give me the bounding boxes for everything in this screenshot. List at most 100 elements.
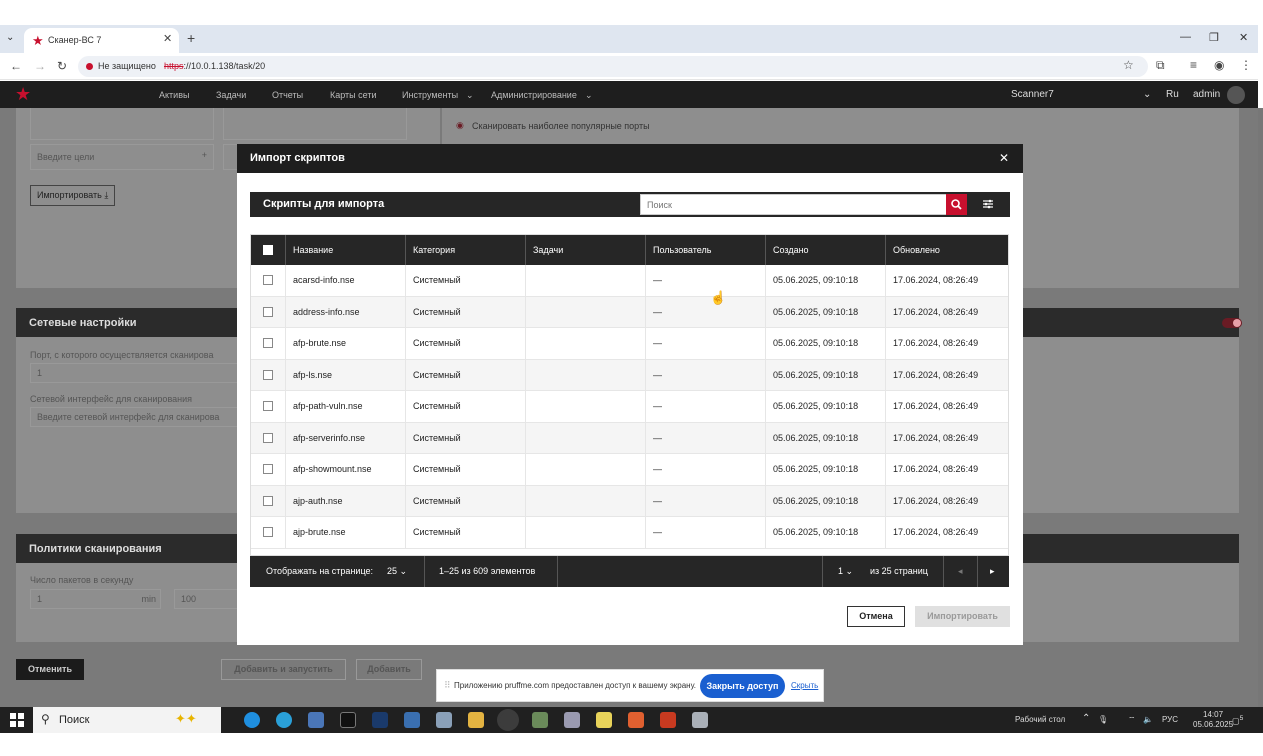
taskbar-search[interactable]: ⚲ Поиск ✦✦ bbox=[33, 707, 221, 733]
bookmark-star-icon[interactable]: ☆ bbox=[1123, 58, 1134, 72]
col-updated[interactable]: Обновлено bbox=[885, 235, 1008, 265]
row-checkbox[interactable] bbox=[263, 527, 273, 537]
tray-chevron-icon[interactable]: ⌃ bbox=[1082, 713, 1090, 724]
windows-start-icon[interactable] bbox=[10, 713, 24, 727]
ubuntu-icon[interactable] bbox=[628, 712, 644, 728]
media-icon[interactable]: ≡ bbox=[1190, 58, 1197, 72]
security-app-icon[interactable] bbox=[692, 712, 708, 728]
row-checkbox[interactable] bbox=[263, 432, 273, 443]
explorer-icon[interactable] bbox=[468, 712, 484, 728]
grid-app-icon[interactable] bbox=[372, 712, 388, 728]
range-label: 1–25 из 609 элементов bbox=[439, 566, 536, 576]
wifi-icon[interactable]: ⌔ bbox=[1128, 715, 1136, 725]
mic-icon[interactable]: 🎙 bbox=[1098, 715, 1108, 724]
cell-created: 05.06.2025, 09:10:18 bbox=[765, 454, 885, 485]
input-language[interactable]: РУС bbox=[1162, 715, 1178, 724]
forward-icon[interactable]: → bbox=[34, 59, 46, 73]
cell-category: Системный bbox=[405, 517, 525, 548]
chrome-icon[interactable] bbox=[500, 712, 516, 728]
browser-tab[interactable]: ★ Сканер-ВС 7 ✕ bbox=[24, 28, 179, 53]
row-checkbox[interactable] bbox=[263, 401, 273, 411]
col-name[interactable]: Название bbox=[285, 235, 405, 265]
row-checkbox[interactable] bbox=[263, 369, 273, 380]
divider bbox=[943, 556, 944, 587]
user-name[interactable]: admin bbox=[1193, 89, 1220, 100]
notes-icon[interactable] bbox=[596, 712, 612, 728]
drag-handle-icon[interactable]: ⠿ bbox=[444, 680, 451, 691]
new-tab-icon[interactable]: + bbox=[187, 30, 195, 46]
nav-tools[interactable]: Инструменты bbox=[402, 90, 458, 100]
table-row[interactable]: afp-ls.nse Системный —05.06.2025, 09:10:18… bbox=[251, 359, 1008, 391]
security-indicator[interactable]: Не защищено bbox=[86, 61, 156, 71]
scanner-selector[interactable]: Scanner7 bbox=[1011, 89, 1054, 100]
chevron-down-icon[interactable]: ⌄ bbox=[1143, 89, 1151, 100]
clock[interactable]: 14:07 05.06.2025 bbox=[1193, 710, 1233, 730]
table-row[interactable]: ajp-auth.nse Системный —05.06.2025, 09:10:… bbox=[251, 485, 1008, 517]
nav-admin[interactable]: Администрирование bbox=[491, 90, 577, 100]
telegram-icon[interactable] bbox=[276, 712, 292, 728]
remote-desktop-icon[interactable] bbox=[404, 712, 420, 728]
table-row[interactable]: afp-brute.nse Системный —05.06.2025, 09:10… bbox=[251, 328, 1008, 360]
terminal-icon[interactable] bbox=[340, 712, 356, 728]
minimize-icon[interactable]: — bbox=[1180, 31, 1191, 43]
cancel-button[interactable]: Отмена bbox=[847, 606, 905, 627]
hide-link[interactable]: Скрыть bbox=[791, 681, 818, 690]
row-checkbox[interactable] bbox=[263, 464, 273, 474]
avatar[interactable] bbox=[1227, 86, 1245, 104]
row-checkbox[interactable] bbox=[263, 275, 273, 285]
table-row[interactable]: afp-path-vuln.nse Системный —05.06.2025, 0… bbox=[251, 391, 1008, 423]
omnibox[interactable]: Не защищено https://10.0.1.138/task/20 bbox=[78, 56, 1148, 77]
col-tasks[interactable]: Задачи bbox=[525, 235, 645, 265]
reload-icon[interactable]: ↻ bbox=[57, 59, 67, 73]
logo-star-icon[interactable]: ★ bbox=[15, 84, 31, 105]
col-user[interactable]: Пользователь bbox=[645, 235, 765, 265]
tab-search-icon[interactable]: ⌄ bbox=[6, 32, 14, 43]
screenshot-icon[interactable] bbox=[532, 712, 548, 728]
prev-page-icon[interactable]: ◂ bbox=[958, 556, 963, 587]
per-page-select[interactable]: 25 ⌄ bbox=[387, 556, 407, 587]
search-input[interactable] bbox=[641, 195, 947, 214]
nav-assets[interactable]: Активы bbox=[159, 90, 189, 100]
search-button[interactable] bbox=[946, 194, 967, 215]
window-close-icon[interactable]: ✕ bbox=[1239, 31, 1248, 44]
table-row[interactable]: afp-serverinfo.nse Системный —05.06.2025, … bbox=[251, 422, 1008, 454]
close-icon[interactable]: ✕ bbox=[999, 151, 1009, 165]
notifications-icon[interactable]: ▢5 bbox=[1232, 715, 1243, 726]
back-icon[interactable]: ← bbox=[10, 59, 22, 73]
profile-icon[interactable]: ◉ bbox=[1214, 58, 1224, 72]
select-all-checkbox[interactable] bbox=[263, 245, 273, 255]
row-checkbox[interactable] bbox=[263, 338, 273, 348]
language-switch[interactable]: Ru bbox=[1166, 89, 1179, 100]
col-category[interactable]: Категория bbox=[405, 235, 525, 265]
browser-menu-icon[interactable]: ⋮ bbox=[1240, 58, 1252, 72]
desktop-label[interactable]: Рабочий стол bbox=[1015, 715, 1065, 724]
table-row[interactable]: acarsd-info.nse Системный —05.06.2025, 09:… bbox=[251, 265, 1008, 297]
edge-icon[interactable] bbox=[244, 712, 260, 728]
url-text[interactable]: https://10.0.1.138/task/20 bbox=[164, 61, 265, 71]
col-created[interactable]: Создано bbox=[765, 235, 885, 265]
import-confirm-button[interactable]: Импортировать bbox=[915, 606, 1010, 627]
powerpoint-icon[interactable] bbox=[660, 712, 676, 728]
close-tab-icon[interactable]: ✕ bbox=[163, 32, 172, 45]
stop-sharing-button[interactable]: Закрыть доступ bbox=[700, 674, 785, 698]
row-checkbox[interactable] bbox=[263, 495, 273, 506]
row-checkbox[interactable] bbox=[263, 306, 273, 317]
vm-icon[interactable] bbox=[436, 712, 452, 728]
network-tool-icon[interactable] bbox=[308, 712, 324, 728]
of-pages-label: из 25 страниц bbox=[870, 566, 928, 576]
nav-network-maps[interactable]: Карты сети bbox=[330, 90, 377, 100]
document-icon[interactable] bbox=[564, 712, 580, 728]
table-row[interactable]: afp-showmount.nse Системный —05.06.2025, 0… bbox=[251, 454, 1008, 486]
table-row[interactable]: ajp-brute.nse Системный —05.06.2025, 09:10… bbox=[251, 517, 1008, 549]
cell-name: afp-serverinfo.nse bbox=[285, 422, 405, 454]
restore-icon[interactable]: ❐ bbox=[1209, 31, 1219, 44]
page-scrollbar[interactable] bbox=[1258, 108, 1263, 707]
nav-reports[interactable]: Отчеты bbox=[272, 90, 303, 100]
volume-icon[interactable]: 🔈 bbox=[1143, 715, 1153, 724]
table-row[interactable]: address-info.nse Системный —05.06.2025, 09… bbox=[251, 296, 1008, 328]
page-select[interactable]: 1 ⌄ bbox=[838, 556, 853, 587]
filter-settings-icon[interactable] bbox=[982, 198, 994, 210]
next-page-icon[interactable]: ▸ bbox=[990, 556, 995, 587]
nav-tasks[interactable]: Задачи bbox=[216, 90, 246, 100]
extensions-icon[interactable]: ⧉ bbox=[1156, 58, 1165, 73]
